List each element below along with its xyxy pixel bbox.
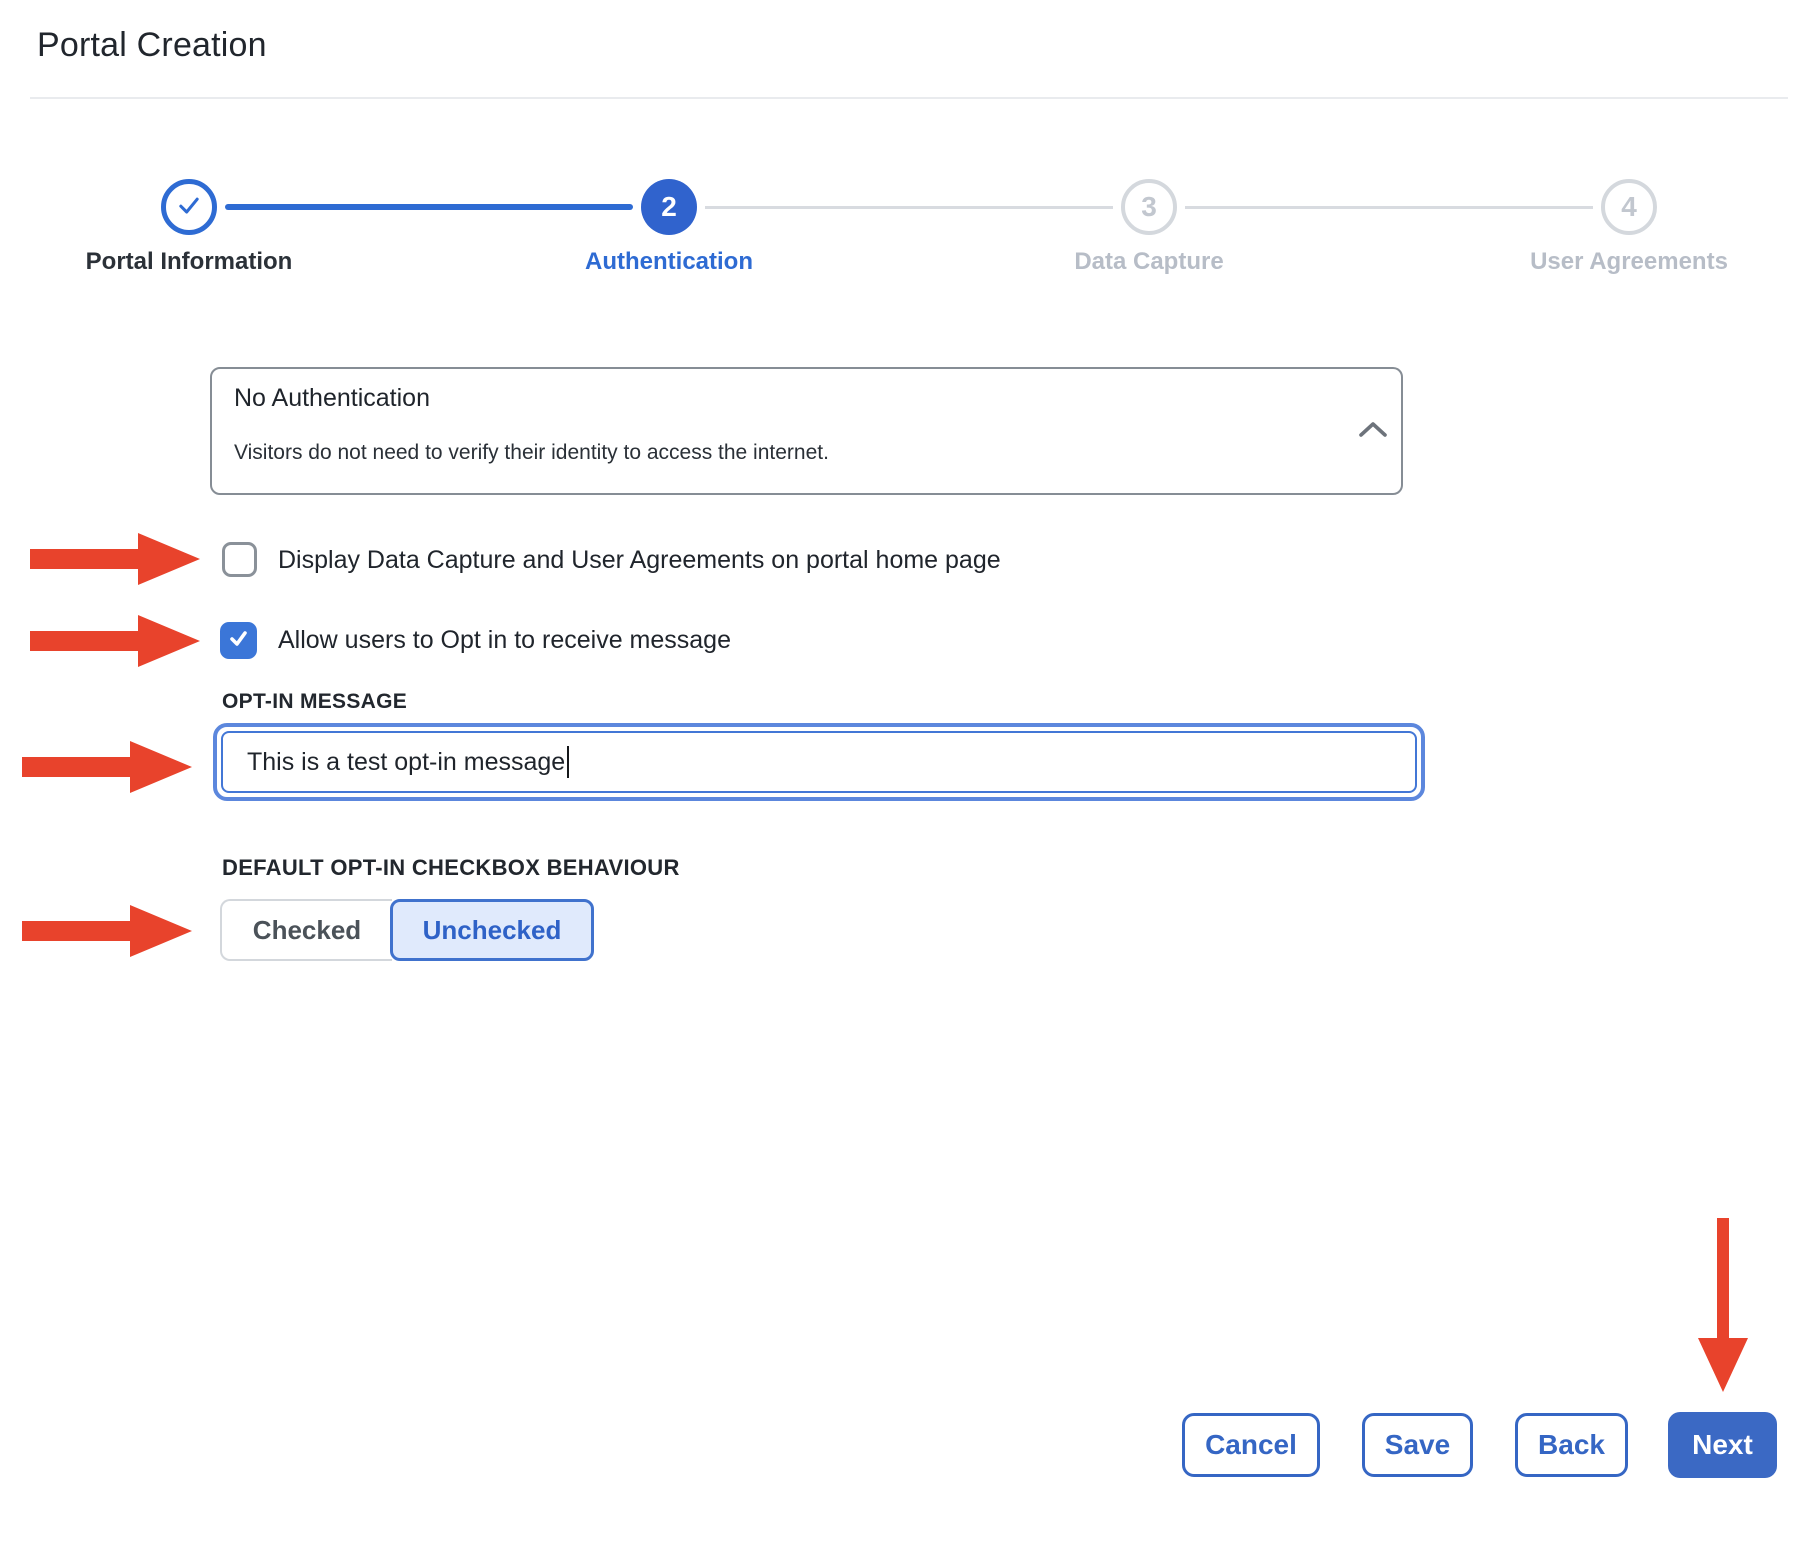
- stepper-connector-2-3: [705, 206, 1113, 209]
- text-caret: [567, 746, 569, 778]
- check-icon: [175, 191, 203, 224]
- stepper-connector-1-2: [225, 204, 633, 210]
- annotation-arrow-right-icon: [22, 902, 194, 960]
- save-button[interactable]: Save: [1362, 1413, 1473, 1477]
- annotation-arrow-right-icon: [22, 738, 194, 796]
- back-button[interactable]: Back: [1515, 1413, 1628, 1477]
- cancel-button[interactable]: Cancel: [1182, 1413, 1320, 1477]
- page-title: Portal Creation: [37, 26, 267, 65]
- step-3-number: 3: [1141, 191, 1157, 223]
- step-4-label: User Agreements: [1469, 248, 1789, 276]
- step-2-authentication[interactable]: 2: [641, 179, 697, 235]
- default-opt-in-behaviour-label: DEFAULT OPT-IN CHECKBOX BEHAVIOUR: [222, 855, 680, 881]
- authentication-type-value: No Authentication: [234, 384, 430, 413]
- allow-opt-in-checkbox[interactable]: [220, 622, 257, 659]
- toggle-option-checked[interactable]: Checked: [220, 899, 392, 961]
- portal-creation-page: Portal Creation Portal Information 2 Aut…: [0, 0, 1818, 1554]
- step-1-portal-information[interactable]: [161, 179, 217, 235]
- step-3-data-capture[interactable]: 3: [1121, 179, 1177, 235]
- annotation-arrow-down-icon: [1695, 1218, 1751, 1392]
- step-3-label: Data Capture: [989, 248, 1309, 276]
- authentication-type-description: Visitors do not need to verify their ide…: [234, 441, 829, 465]
- annotation-arrow-right-icon: [30, 530, 202, 588]
- opt-in-message-label: OPT-IN MESSAGE: [222, 690, 407, 714]
- chevron-up-icon[interactable]: [1356, 420, 1390, 445]
- step-2-number: 2: [661, 191, 677, 223]
- allow-opt-in-label: Allow users to Opt in to receive message: [278, 626, 731, 655]
- opt-in-message-value: This is a test opt-in message: [247, 748, 565, 777]
- step-4-number: 4: [1621, 191, 1637, 223]
- opt-in-message-input[interactable]: This is a test opt-in message: [213, 723, 1425, 801]
- toggle-option-unchecked[interactable]: Unchecked: [390, 899, 594, 961]
- stepper-connector-3-4: [1185, 206, 1593, 209]
- annotation-arrow-right-icon: [30, 612, 202, 670]
- display-data-capture-checkbox[interactable]: [222, 542, 257, 577]
- default-opt-in-toggle-group: Checked Unchecked: [220, 899, 594, 961]
- step-1-label: Portal Information: [29, 248, 349, 276]
- step-2-label: Authentication: [509, 248, 829, 276]
- display-data-capture-label: Display Data Capture and User Agreements…: [278, 546, 1001, 575]
- header-divider: [30, 97, 1788, 99]
- step-4-user-agreements[interactable]: 4: [1601, 179, 1657, 235]
- checkmark-icon: [226, 626, 251, 656]
- next-button[interactable]: Next: [1668, 1412, 1777, 1478]
